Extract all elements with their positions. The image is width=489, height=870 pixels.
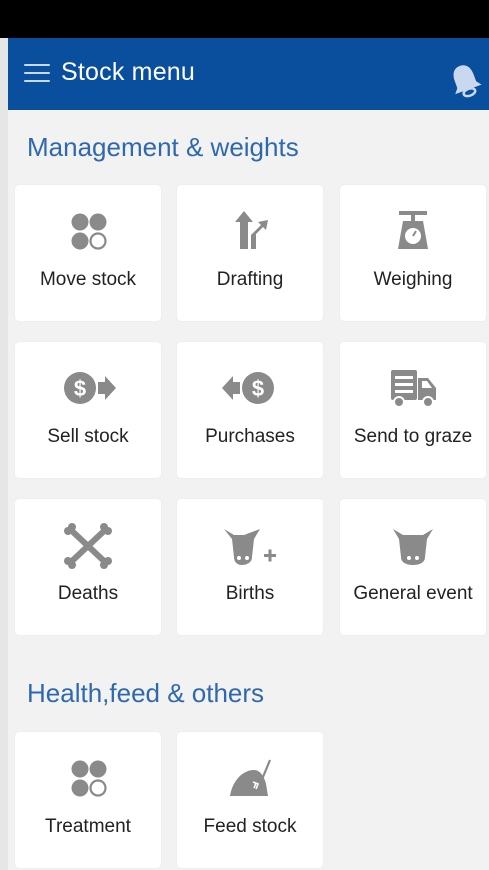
cow-head-icon [393,529,433,565]
drafting-tile[interactable]: Drafting [177,185,323,321]
svg-text:$: $ [74,376,86,401]
tile-label: Feed stock [203,816,297,837]
left-edge [0,38,8,870]
page-title: Stock menu [61,58,196,86]
hay-fork-icon [230,759,272,796]
tile-label: Treatment [45,816,131,837]
weighing-tile[interactable]: Weighing [340,185,486,321]
treatment-tile[interactable]: Treatment [15,732,161,868]
tile-label: Births [225,583,275,604]
purchase-dollar-arrow-icon: $ [222,372,274,404]
move-stock-icon [71,213,107,250]
crossbones-icon [64,523,112,569]
feed-stock-tile[interactable]: Feed stock [177,732,323,868]
tile-label: Weighing [373,269,453,290]
send-to-graze-tile[interactable]: Send to graze [340,342,486,478]
status-bar [0,0,489,38]
births-tile[interactable]: Births [177,499,323,635]
tile-label: Move stock [39,269,137,290]
tile-label: Sell stock [47,426,129,447]
deaths-tile[interactable]: Deaths [15,499,161,635]
tile-label: Purchases [205,426,295,447]
tile-label: Deaths [57,583,119,604]
hamburger-menu-icon[interactable] [24,62,52,84]
tile-label: General event [353,583,473,604]
general-event-tile[interactable]: General event [340,499,486,635]
sell-stock-tile[interactable]: $ Sell stock [15,342,161,478]
bell-icon[interactable] [445,60,485,100]
tile-label: Drafting [216,269,284,290]
cow-plus-icon [224,529,276,565]
move-stock-tile[interactable]: Move stock [15,185,161,321]
section-title-management: Management & weights [27,132,299,162]
treatment-icon [71,760,107,797]
app-bar: Stock menu [8,38,489,110]
sell-dollar-arrow-icon: $ [64,372,116,404]
section-title-health: Health,feed & others [27,678,265,708]
drafting-arrows-icon [235,211,268,249]
tile-label: Send to graze [353,426,473,447]
svg-text:$: $ [252,376,264,401]
truck-icon [391,370,436,408]
purchases-tile[interactable]: $ Purchases [177,342,323,478]
scale-icon [398,211,428,249]
